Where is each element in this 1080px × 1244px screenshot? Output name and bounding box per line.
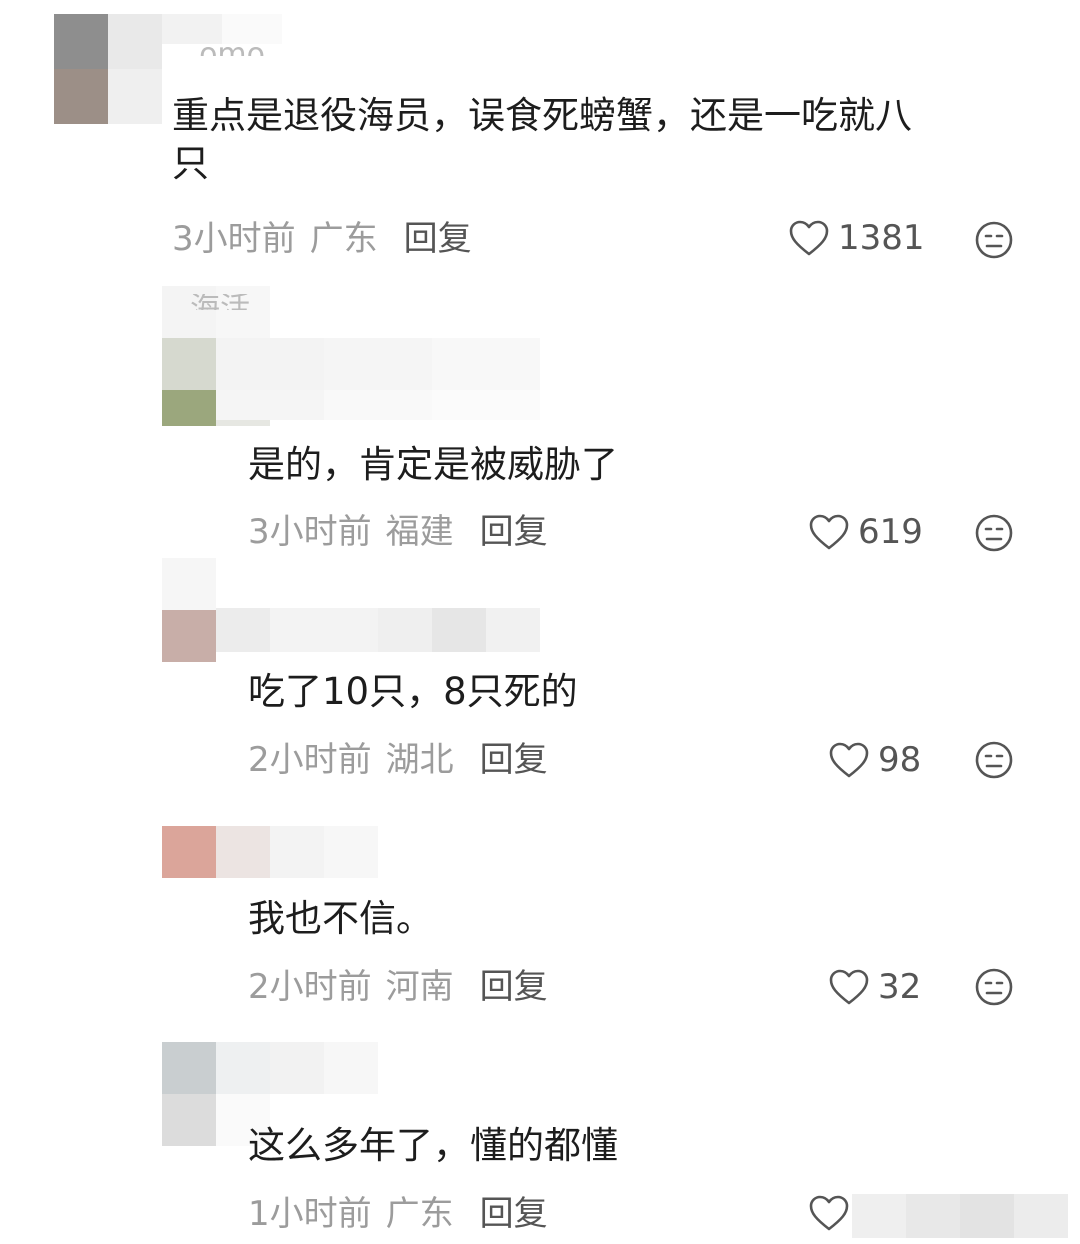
comment-meta: 1小时前 广东 回复 — [248, 1194, 548, 1234]
username-fragment: 海活 — [190, 294, 250, 310]
comment-location: 福建 — [385, 512, 454, 552]
comment-location: 广东 — [309, 219, 378, 259]
like-button[interactable]: 32 — [828, 967, 921, 1007]
reply-button[interactable]: 回复 — [480, 512, 548, 552]
like-button[interactable]: 98 — [828, 740, 921, 780]
reply-button[interactable]: 回复 — [480, 1194, 548, 1234]
neutral-face-icon[interactable] — [974, 967, 1014, 1007]
comment-text: 这么多年了，懂的都懂 — [248, 1124, 618, 1167]
neutral-face-icon[interactable] — [974, 513, 1014, 553]
comment-time: 2小时前 — [248, 967, 372, 1007]
heart-outline-icon — [809, 514, 849, 550]
avatar-blurred[interactable] — [54, 14, 162, 124]
comment-location: 湖北 — [385, 740, 454, 780]
comment-time: 3小时前 — [172, 219, 296, 259]
watermark-blurred — [852, 1194, 1068, 1238]
avatar-blurred[interactable] — [162, 558, 216, 662]
heart-outline-icon — [829, 969, 869, 1005]
comment-meta: 3小时前 广东 回复 — [172, 219, 472, 259]
neutral-face-icon[interactable] — [974, 740, 1014, 780]
comment-time: 1小时前 — [248, 1194, 372, 1234]
reply-button[interactable]: 回复 — [480, 967, 548, 1007]
heart-outline-icon — [809, 1195, 849, 1231]
comment-meta: 2小时前 湖北 回复 — [248, 740, 548, 780]
like-count: 98 — [878, 740, 922, 780]
like-count: 32 — [878, 967, 922, 1007]
comment-text: 我也不信。 — [248, 897, 433, 940]
comment-location: 河南 — [385, 967, 454, 1007]
reply-button[interactable]: 回复 — [404, 219, 472, 259]
like-button[interactable]: 1381 — [788, 218, 925, 258]
username-blurred[interactable] — [216, 608, 540, 652]
heart-outline-icon — [789, 220, 829, 256]
neutral-face-icon[interactable] — [974, 220, 1014, 260]
comment-time: 2小时前 — [248, 740, 372, 780]
reply-button[interactable]: 回复 — [480, 740, 548, 780]
like-button[interactable]: 619 — [808, 512, 923, 552]
comment-meta: 3小时前 福建 回复 — [248, 512, 548, 552]
comment-text: 是的，肯定是被威胁了 — [248, 443, 618, 486]
comment-text: 重点是退役海员，误食死螃蟹，还是一吃就八 只 — [172, 94, 912, 185]
like-count: 1381 — [838, 218, 925, 258]
comment-text: 吃了10只，8只死的 — [248, 670, 578, 713]
username-blurred[interactable] — [216, 338, 540, 420]
avatar-blurred[interactable] — [162, 826, 378, 878]
like-count: 619 — [858, 512, 923, 552]
heart-outline-icon — [829, 742, 869, 778]
username-fragment: ..omo — [180, 40, 265, 56]
like-button[interactable] — [808, 1194, 858, 1232]
comment-meta: 2小时前 河南 回复 — [248, 967, 548, 1007]
comment-location: 广东 — [385, 1194, 454, 1234]
comment-time: 3小时前 — [248, 512, 372, 552]
